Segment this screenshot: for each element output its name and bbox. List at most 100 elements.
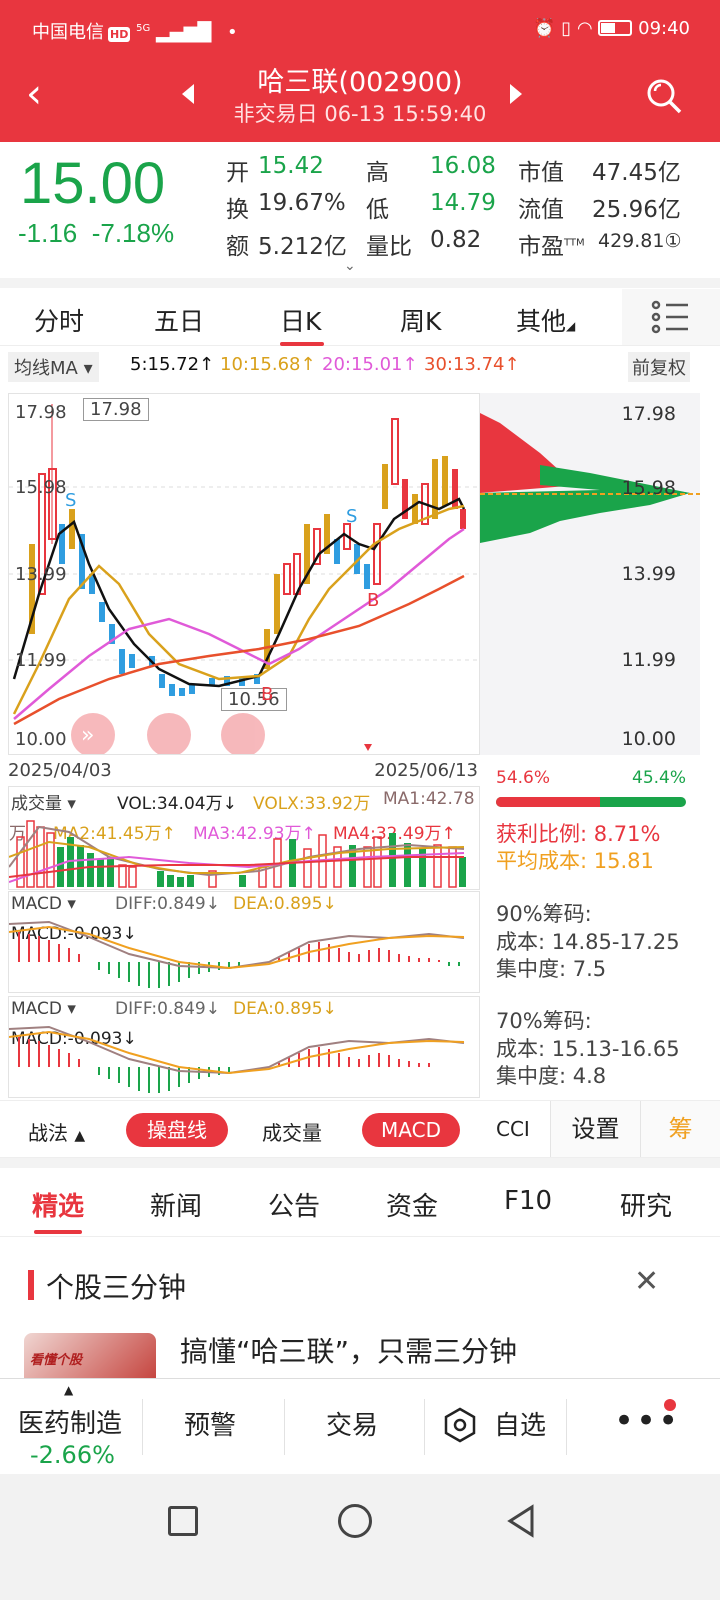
back-nav-icon[interactable] <box>506 1504 536 1542</box>
high-label: 高 <box>366 160 389 186</box>
chip-y-label-4: 11.99 <box>621 649 676 671</box>
ma10-value: 10:15.68↑ <box>220 354 316 375</box>
clock: 09:40 <box>638 18 690 39</box>
watchlist-button[interactable]: 自选 <box>494 1405 546 1442</box>
signal-icon: ▂▄▆█ <box>155 22 212 43</box>
app-header: 中国电信 HD 5G ▂▄▆█ • ⏰ ▯ ◠ 09:40 ‹ 哈三联(00290… <box>0 0 720 142</box>
macd-panel[interactable]: MACD ▾ DIFF:0.849↓ DEA:0.895↓ MACD:-0.09… <box>8 891 480 993</box>
ma-selector[interactable]: 均线MA ▾ <box>8 352 99 382</box>
alarm-icon: ⏰ <box>533 18 556 39</box>
active-tab-indicator <box>280 342 324 346</box>
chip70-title: 70%筹码: <box>496 1009 592 1033</box>
caret-up-icon: ▲ <box>64 1383 74 1397</box>
tab-funds[interactable]: 资金 <box>386 1186 438 1223</box>
open-value: 15.42 <box>258 153 324 179</box>
next-stock-icon[interactable] <box>510 84 522 104</box>
svg-text:»: » <box>81 723 94 748</box>
volratio-label: 量比 <box>366 234 412 260</box>
divider <box>0 1158 720 1168</box>
volume-panel[interactable]: 成交量 ▾ VOL:34.04万↓ VOLX:33.92万 MA1:42.78 … <box>8 786 480 890</box>
bottom-toolbar: ▲ 医药制造 -2.66% 预警 交易 自选 ••• <box>0 1378 720 1474</box>
ma-legend: 均线MA ▾ 5:15.72↑ 10:15.68↑ 20:15.01↑ 30:1… <box>0 352 720 382</box>
stock-title: 哈三联(002900) <box>257 67 463 98</box>
network-type: 5G <box>136 23 151 34</box>
high-marker: 17.98 <box>83 398 149 421</box>
ma30-value: 30:13.74↑ <box>424 354 520 375</box>
macd-panel-2[interactable]: MACD ▾ DIFF:0.849↓ DEA:0.895↓ MACD:-0.09… <box>8 996 480 1098</box>
chip-y-label-5: 10.00 <box>621 728 676 750</box>
last-price: 15.00 <box>20 151 166 216</box>
settings-button[interactable]: 设置 <box>550 1101 640 1157</box>
battery-icon <box>598 20 633 36</box>
home-icon[interactable] <box>338 1504 372 1538</box>
chip-distribution[interactable]: 17.98 15.98 13.99 11.99 10.00 <box>480 393 700 755</box>
tab-featured[interactable]: 精选 <box>32 1186 84 1223</box>
chip90-title: 90%筹码: <box>496 902 592 926</box>
chip90-concentration: 集中度: 7.5 <box>496 957 607 981</box>
tab-daily-k[interactable]: 日K <box>280 302 321 338</box>
search-icon[interactable] <box>646 78 682 114</box>
status-bar: 中国电信 HD 5G ▂▄▆█ • ⏰ ▯ ◠ 09:40 <box>0 12 720 48</box>
divider <box>0 278 720 288</box>
y-label-2: 15.98 <box>15 477 67 498</box>
adjust-selector[interactable]: 前复权 <box>628 352 690 382</box>
strategy-toggle[interactable]: 战法 ▲ <box>28 1117 85 1146</box>
tab-research[interactable]: 研究 <box>620 1186 672 1223</box>
low-marker: 10.56 <box>221 688 287 711</box>
close-icon[interactable]: ✕ <box>634 1264 659 1299</box>
indicator-macd[interactable]: MACD <box>362 1113 460 1147</box>
chip-button[interactable]: 筹 <box>640 1101 720 1157</box>
volratio-value: 0.82 <box>430 227 482 253</box>
section-title: 个股三分钟 <box>46 1271 187 1304</box>
price-change: -1.16 -7.18% <box>18 218 174 249</box>
date-axis: 2025/04/03 2025/06/13 <box>8 760 480 784</box>
turnover-value: 19.67% <box>258 190 346 216</box>
tab-five-day[interactable]: 五日 <box>154 302 204 338</box>
recents-icon[interactable] <box>168 1506 198 1536</box>
start-date: 2025/04/03 <box>8 760 112 781</box>
sector-change: -2.66% <box>30 1441 115 1469</box>
low-label: 低 <box>366 197 389 223</box>
y-label-3: 13.99 <box>15 564 67 585</box>
sector-name[interactable]: 医药制造 <box>18 1403 122 1440</box>
mktcap-value: 47.45亿 <box>592 160 681 186</box>
y-label-4: 11.99 <box>15 650 67 671</box>
tab-news[interactable]: 新闻 <box>150 1186 202 1223</box>
tab-more[interactable]: 其他◢ <box>516 302 575 338</box>
notification-dot <box>664 1399 676 1411</box>
chip-y-label-1: 17.98 <box>621 403 676 425</box>
tab-intraday[interactable]: 分时 <box>34 302 84 338</box>
alert-button[interactable]: 预警 <box>184 1405 236 1442</box>
tab-weekly-k[interactable]: 周K <box>400 302 441 338</box>
tab-f10[interactable]: F10 <box>504 1186 552 1216</box>
low-value: 14.79 <box>430 190 496 216</box>
ma5-value: 5:15.72↑ <box>130 354 215 375</box>
indicator-caopan[interactable]: 操盘线 <box>126 1113 228 1147</box>
indicator-bar: 战法 ▲ 操盘线 成交量 MACD CCI 设置 筹 <box>0 1100 720 1158</box>
article-title[interactable]: 搞懂“哈三联”，只需三分钟 <box>180 1330 517 1370</box>
chip-y-label-3: 13.99 <box>621 563 676 585</box>
sell-signal: S <box>65 490 77 511</box>
chevron-down-icon[interactable]: ⌄ <box>344 258 356 274</box>
change-value: -1.16 <box>18 218 78 248</box>
trade-button[interactable]: 交易 <box>326 1405 378 1442</box>
profit-percent: 54.6% <box>496 768 551 788</box>
tab-announcements[interactable]: 公告 <box>268 1186 320 1223</box>
list-menu-icon[interactable] <box>622 289 720 345</box>
profit-ratio: 获利比例: 8.71% <box>496 822 661 846</box>
ma20-value: 20:15.01↑ <box>322 354 418 375</box>
chip90-cost: 成本: 14.85-17.25 <box>496 930 680 954</box>
candlestick-chart[interactable]: » 17.98 17.98 15.98 13.99 11.99 10.00 10… <box>8 393 480 755</box>
indicator-volume[interactable]: 成交量 <box>262 1117 322 1146</box>
open-label: 开 <box>226 160 249 186</box>
mktcap-label: 市值 <box>518 160 564 186</box>
chart-period-tabs: 分时 五日 日K 周K 其他◢ <box>0 288 720 346</box>
indicator-cci[interactable]: CCI <box>496 1117 530 1141</box>
amount-label: 额 <box>226 234 249 260</box>
trading-status: 非交易日 06-13 15:59:40 <box>233 102 487 126</box>
y-label-1: 17.98 <box>15 402 67 423</box>
buy-signal: B <box>367 590 380 611</box>
change-percent: -7.18% <box>91 218 175 248</box>
chip70-cost: 成本: 15.13-16.65 <box>496 1037 680 1061</box>
profit-loss-bar <box>496 797 686 807</box>
